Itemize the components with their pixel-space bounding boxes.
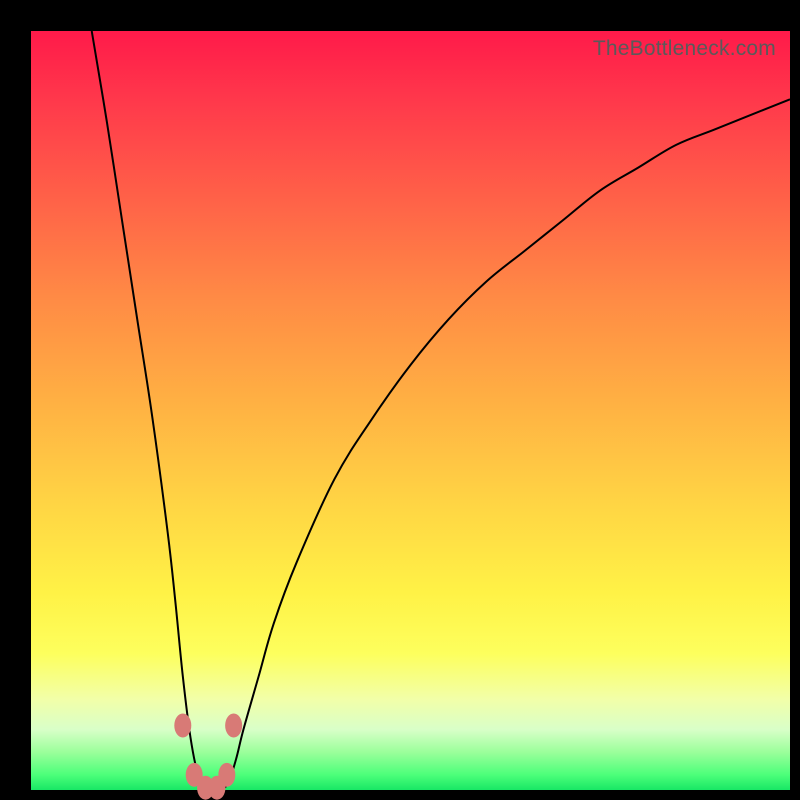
plot-area: TheBottleneck.com [31,31,790,790]
curve-marker [174,713,191,737]
chart-frame: TheBottleneck.com [0,0,800,800]
curve-path [92,31,790,791]
curve-markers [174,713,242,799]
curve-marker [218,763,235,787]
curve-marker [225,713,242,737]
bottleneck-curve [31,31,790,790]
